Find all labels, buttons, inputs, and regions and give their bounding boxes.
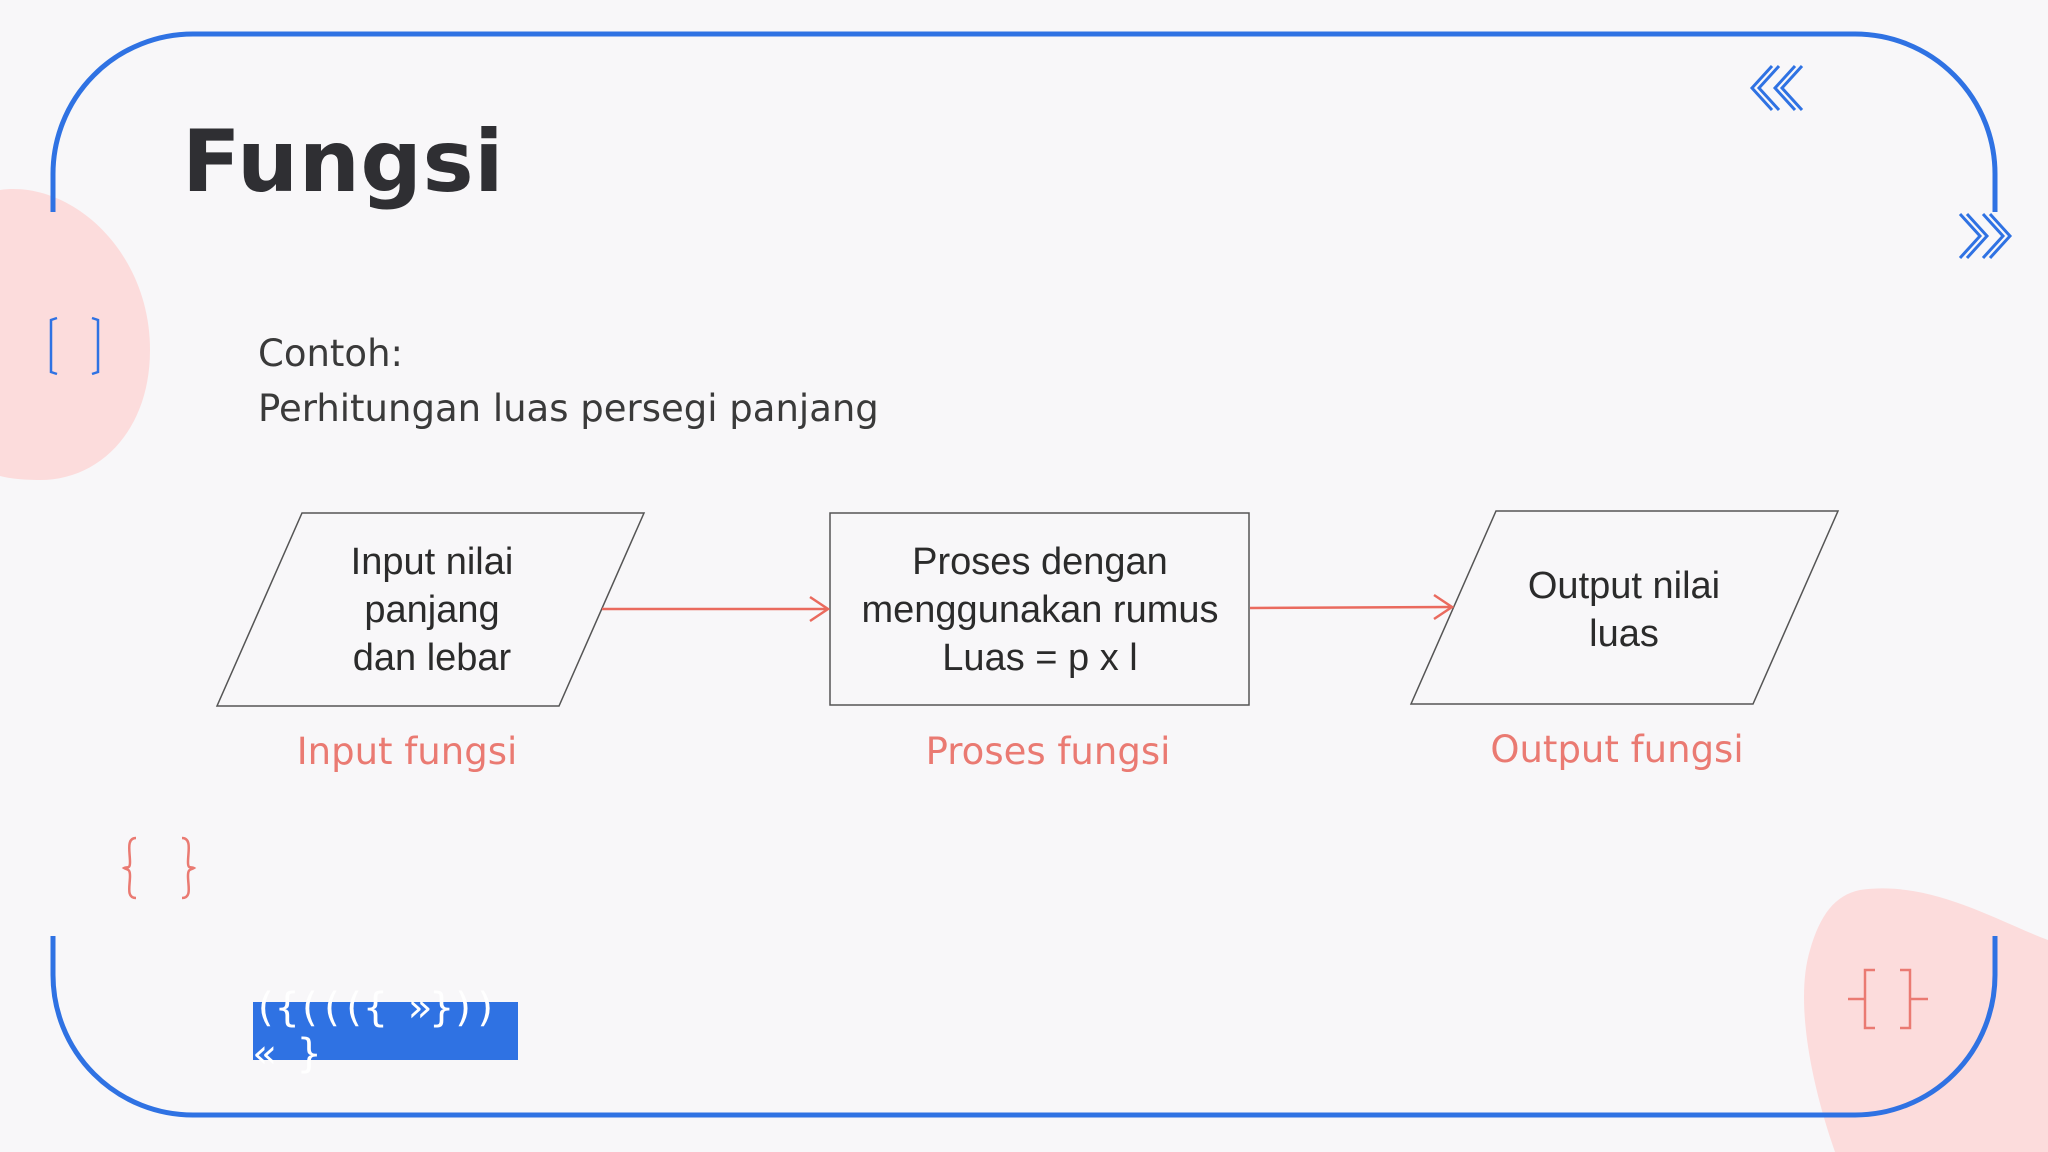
example-label: Contoh:: [258, 332, 403, 375]
example-description: Perhitungan luas persegi panjang: [258, 387, 879, 430]
example-intro: Contoh: Perhitungan luas persegi panjang: [258, 326, 879, 436]
arrow-input-to-process: [602, 595, 831, 623]
input-node-line: Input nilai: [350, 541, 514, 583]
double-chevron-right-icon: [1958, 212, 2013, 260]
output-node-line: Output nilai: [1527, 565, 1721, 607]
output-node-line: luas: [1589, 613, 1659, 655]
output-node-text: Output nilai luas: [1484, 520, 1764, 700]
input-node-line: panjang: [364, 589, 500, 631]
process-caption: Proses fungsi: [925, 730, 1171, 773]
process-node-text: Proses dengan menggunakan rumus Luas = p…: [835, 520, 1245, 700]
output-caption: Output fungsi: [1490, 728, 1744, 771]
pink-blob-bottom-right: [1804, 888, 2048, 1152]
arrow-process-to-output: [1249, 593, 1455, 621]
input-caption: Input fungsi: [296, 730, 518, 773]
pink-blob-left: [0, 189, 150, 480]
double-chevron-left-icon: [1749, 64, 1804, 112]
code-symbols-banner: ({((({ »})) « }: [253, 985, 518, 1077]
page-title: Fungsi: [182, 112, 505, 212]
process-node-line: Luas = p x l: [942, 637, 1138, 679]
process-node-line: Proses dengan: [912, 541, 1168, 583]
curly-braces-icon: [121, 836, 197, 900]
input-node-line: dan lebar: [352, 637, 512, 679]
process-node-line: menggunakan rumus: [861, 589, 1219, 631]
input-node-text: Input nilai panjang dan lebar: [292, 520, 572, 700]
